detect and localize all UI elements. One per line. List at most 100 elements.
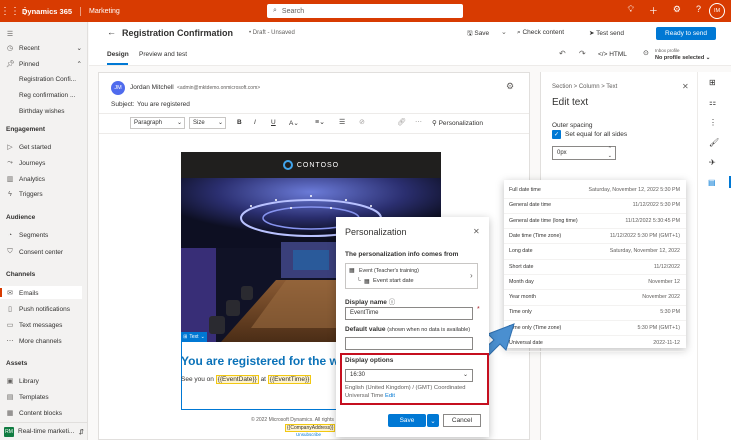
italic-icon[interactable]: I bbox=[254, 119, 256, 126]
datetime-format-option[interactable]: Month day November 12 bbox=[504, 275, 686, 291]
token-company-address[interactable]: {{CompanyAddress}} bbox=[285, 424, 336, 432]
nav-library[interactable]: ▣ Library bbox=[6, 377, 39, 386]
tab-preview[interactable]: Preview and test bbox=[139, 51, 187, 58]
default-value-label-text: Default value bbox=[345, 326, 386, 333]
align-icon[interactable]: ≡⌄ bbox=[315, 118, 325, 126]
nav-push-notifications[interactable]: ▯ Push notifications bbox=[6, 305, 70, 314]
nav-content-blocks[interactable]: ▦ Content blocks bbox=[6, 409, 62, 418]
back-arrow-icon[interactable]: ← bbox=[107, 27, 116, 37]
email-headline[interactable]: You are registered for the w bbox=[181, 354, 336, 368]
undo-icon[interactable]: ↶ bbox=[559, 49, 566, 58]
check-content-button[interactable]: ⌕ Check content bbox=[517, 29, 564, 37]
display-name-input[interactable]: EventTime bbox=[345, 307, 473, 320]
pinned-item-birthday[interactable]: Birthday wishes bbox=[19, 108, 65, 115]
token-event-time[interactable]: {{EventTime}} bbox=[267, 375, 312, 384]
display-options-select[interactable]: 16:30 ⌄ bbox=[345, 369, 473, 382]
default-value-input[interactable] bbox=[345, 337, 473, 350]
datetime-format-option[interactable]: Time only 5:30 PM bbox=[504, 305, 686, 321]
brush-icon[interactable]: 🖌︎ bbox=[709, 138, 719, 147]
save-dropdown-icon[interactable]: ⌄ bbox=[427, 414, 439, 427]
source-selector[interactable]: ▦ Event (Teacher's training) └ ▦ Event s… bbox=[345, 263, 478, 289]
add-section-icon[interactable]: ⊞ bbox=[709, 78, 716, 87]
datetime-format-option[interactable]: Date time (Time zone) 11/12/2022 5:30 PM … bbox=[504, 229, 686, 245]
list-icon[interactable]: ☰ bbox=[339, 118, 345, 126]
datetime-format-option[interactable]: General date time (long time) 11/12/2022 … bbox=[504, 214, 686, 230]
sender-settings-icon[interactable]: ⚙︎ bbox=[506, 81, 514, 92]
stepper-icon[interactable]: ⌃ ⌄ bbox=[608, 146, 612, 160]
nav-emails[interactable]: ✉ Emails bbox=[6, 289, 38, 298]
ready-to-send-button[interactable]: Ready to send bbox=[656, 27, 716, 40]
save-dropdown-icon[interactable]: ⌄ bbox=[501, 28, 507, 36]
info-icon[interactable]: ⓘ bbox=[389, 299, 396, 306]
nav-text-messages[interactable]: ▭ Text messages bbox=[6, 321, 63, 330]
pinned-item-reg-confirmation[interactable]: Reg confirmation ... bbox=[19, 92, 75, 99]
help-icon[interactable]: ? bbox=[696, 4, 701, 17]
chevron-down-icon: ⌄ bbox=[176, 120, 182, 126]
test-send-button[interactable]: ➤ Test send bbox=[589, 29, 624, 37]
unsubscribe-link[interactable]: Unsubscribe bbox=[296, 432, 321, 437]
datetime-format-option[interactable]: Year month November 2022 bbox=[504, 290, 686, 306]
hamburger-icon[interactable]: ☰ bbox=[6, 30, 14, 38]
edit-locale-link[interactable]: Edit bbox=[385, 393, 395, 399]
bold-icon[interactable]: B bbox=[237, 119, 242, 126]
datetime-format-option[interactable]: Long date Saturday, November 12, 2022 bbox=[504, 244, 686, 260]
save-button[interactable]: 🖫︎ Save bbox=[467, 29, 489, 40]
datetime-format-option[interactable]: Short date 11/12/2022 bbox=[504, 260, 686, 276]
search-box[interactable]: ⌕ Search bbox=[267, 4, 463, 18]
text-block-tag[interactable]: ⊞ Text ⌄ bbox=[181, 332, 207, 342]
datetime-format-option[interactable]: Full date time Saturday, November 12, 202… bbox=[504, 183, 686, 199]
tree-icon[interactable]: ⋮ bbox=[709, 118, 717, 127]
area-name: Marketing bbox=[89, 7, 120, 15]
clear-format-icon[interactable]: ⊘ bbox=[359, 118, 365, 126]
tab-design[interactable]: Design bbox=[107, 51, 129, 58]
email-body-line[interactable]: See you on {{EventDate}} at {{EventTime}… bbox=[181, 375, 312, 384]
text-tag-label: Text bbox=[189, 334, 199, 340]
nav-templates[interactable]: ▤ Templates bbox=[6, 393, 49, 402]
datetime-format-option[interactable]: General date time 11/12/2022 5:30 PM bbox=[504, 198, 686, 214]
lightbulb-icon[interactable]: 💡︎ bbox=[628, 4, 634, 17]
underline-icon[interactable]: U bbox=[271, 119, 276, 126]
nav-more-channels[interactable]: ⋯ More channels bbox=[6, 337, 62, 346]
plus-icon[interactable]: ＋ bbox=[649, 4, 658, 17]
html-button[interactable]: </> HTML bbox=[598, 51, 627, 58]
nav-get-started[interactable]: ▷ Get started bbox=[6, 143, 51, 152]
body-prefix: See you on bbox=[181, 376, 214, 383]
body-at: at bbox=[260, 376, 266, 383]
personalization-button[interactable]: ⚲ Personalization bbox=[432, 119, 483, 127]
close-icon[interactable]: ✕ bbox=[473, 227, 480, 236]
area-switcher[interactable]: RM Real-time marketi... ⇵ bbox=[0, 422, 88, 440]
settings-icon[interactable]: ⚙︎ bbox=[673, 4, 681, 17]
nav-journeys[interactable]: ⤳ Journeys bbox=[6, 159, 45, 167]
layout-icon[interactable]: ⚏ bbox=[709, 98, 716, 107]
save-button[interactable]: Save bbox=[388, 414, 426, 427]
redo-icon[interactable]: ↷ bbox=[579, 49, 586, 58]
spacing-input[interactable]: 0px ⌃ ⌄ bbox=[552, 146, 616, 160]
token-event-date[interactable]: {{EventDate}} bbox=[215, 375, 259, 384]
link-icon[interactable]: 🔗︎ bbox=[397, 118, 406, 126]
app-launcher-icon[interactable]: ⋮⋮⋮ bbox=[0, 6, 30, 17]
nav-consent-center[interactable]: ⛉ Consent center bbox=[6, 248, 63, 256]
paragraph-select[interactable]: Paragraph ⌄ bbox=[130, 117, 185, 129]
nav-triggers[interactable]: ϟ Triggers bbox=[6, 191, 42, 198]
nav-analytics[interactable]: ▥ Analytics bbox=[6, 175, 45, 184]
cancel-button[interactable]: Cancel bbox=[443, 414, 481, 427]
profile-selector[interactable]: No profile selected ⌄ bbox=[655, 55, 710, 61]
nav-recent[interactable]: ◷ Recent ⌄ bbox=[6, 44, 82, 53]
datetime-format-option[interactable]: Universal date 2022-11-12 bbox=[504, 336, 686, 352]
close-icon[interactable]: ✕ bbox=[682, 82, 689, 91]
user-avatar[interactable]: IM bbox=[709, 3, 725, 19]
nav-label: Segments bbox=[19, 232, 49, 239]
subject-value[interactable]: You are registered bbox=[137, 101, 190, 108]
image-icon: ▣ bbox=[6, 378, 14, 385]
datetime-format-option[interactable]: Time only (Time zone) 5:30 PM (GMT+1) bbox=[504, 321, 686, 337]
set-equal-checkbox[interactable]: ✓ bbox=[552, 130, 561, 139]
pinned-item-registration[interactable]: Registration Confi... bbox=[19, 76, 76, 83]
rocket-icon[interactable]: ✈ bbox=[709, 158, 716, 167]
nav-pinned[interactable]: 📌︎ Pinned ⌃ bbox=[6, 60, 82, 69]
font-color-icon[interactable]: A⌄ bbox=[289, 119, 299, 127]
unlink-icon[interactable]: ⋯ bbox=[415, 118, 422, 126]
properties-icon[interactable]: ▤ bbox=[708, 178, 716, 187]
size-select[interactable]: Size ⌄ bbox=[189, 117, 226, 129]
brand-name[interactable]: Dynamics 365 bbox=[22, 6, 82, 16]
nav-segments[interactable]: ◔ Segments bbox=[6, 232, 48, 239]
